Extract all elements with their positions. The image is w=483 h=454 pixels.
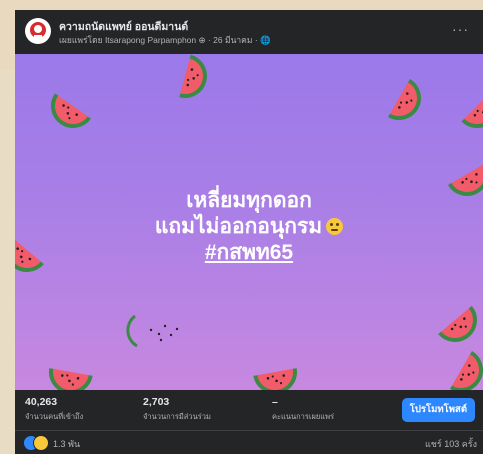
post-footer: 1.3 พัน แชร์ 103 ครั้ง — [15, 431, 483, 454]
watermelon-slice — [253, 366, 301, 390]
watermelon-slice — [449, 350, 483, 390]
watermelon-seeds — [149, 324, 179, 342]
reach-stat: 40,263 จำนวนคนที่เข้าถึง — [25, 396, 83, 423]
boost-post-button[interactable]: โปรโมทโพสต์ — [401, 398, 475, 422]
watermelon-slice — [177, 54, 212, 103]
distribution-stat: – คะแนนการเผยแพร่ — [272, 396, 334, 423]
post-image[interactable]: เหลี่ยมทุกดอก แถมไม่ออกอนุกรม #กสพท65 — [15, 54, 483, 390]
reactions-count[interactable]: 1.3 พัน — [53, 437, 80, 451]
reach-value: 40,263 — [25, 396, 58, 408]
facebook-post-card: ความถนัดแพทย์ ออนดีมานด์ เผยแพร่โดย Itsa… — [15, 10, 483, 454]
headline-line-1: เหลี่ยมทุกดอก — [186, 189, 312, 212]
watermelon-rind — [126, 314, 138, 348]
headline-line-2-text: แถมไม่ออกอนุกรม — [154, 215, 323, 238]
watermelon-slice — [43, 92, 92, 136]
engagement-value: 2,703 — [143, 396, 170, 408]
watermelon-slice — [463, 92, 483, 134]
page-avatar[interactable] — [25, 18, 51, 44]
engagement-label: จำนวนการมีส่วนร่วม — [143, 412, 211, 421]
engagement-stat: 2,703 จำนวนการมีส่วนร่วม — [143, 396, 211, 423]
haha-reaction-icon[interactable] — [33, 435, 49, 451]
watermelon-slice — [45, 366, 93, 390]
headline-line-2: แถมไม่ออกอนุกรม — [15, 214, 483, 240]
page-logo-icon — [26, 19, 50, 43]
worried-face-emoji-icon — [326, 218, 344, 235]
post-headline: เหลี่ยมทุกดอก แถมไม่ออกอนุกรม #กสพท65 — [15, 188, 483, 266]
watermelon-slice — [437, 305, 483, 351]
post-insights-bar: 40,263 จำนวนคนที่เข้าถึง 2,703 จำนวนการม… — [15, 390, 483, 431]
post-header: ความถนัดแพทย์ ออนดีมานด์ เผยแพร่โดย Itsa… — [15, 10, 483, 54]
more-options-button[interactable]: ··· — [452, 21, 469, 37]
post-meta: เผยแพร่โดย Itsarapong Parpamphon ⊕ · 26 … — [59, 35, 271, 45]
hashtag-link[interactable]: #กสพท65 — [15, 240, 483, 266]
reach-label: จำนวนคนที่เข้าถึง — [25, 412, 84, 421]
shares-count[interactable]: แชร์ 103 ครั้ง — [425, 437, 477, 451]
distribution-value: – — [272, 396, 278, 408]
distribution-label: คะแนนการเผยแพร่ — [272, 412, 335, 421]
watermelon-slice — [387, 78, 429, 128]
